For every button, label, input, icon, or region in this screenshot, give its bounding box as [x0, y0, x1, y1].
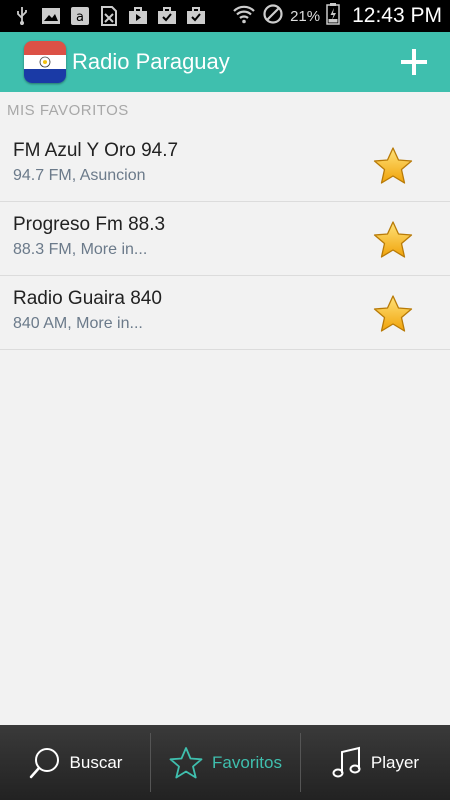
- nav-favoritos[interactable]: Favoritos: [150, 725, 300, 800]
- search-icon: [29, 747, 59, 778]
- add-button[interactable]: [398, 46, 430, 78]
- battery-icon: [326, 2, 340, 30]
- no-sim-icon: [99, 6, 119, 26]
- bottom-nav: Buscar Favoritos Player: [0, 725, 450, 800]
- app-title: Radio Paraguay: [72, 49, 230, 74]
- usb-icon: [12, 6, 32, 26]
- star-outline-icon: [169, 746, 203, 778]
- status-bar: a 21% 12:43 PM: [0, 0, 450, 32]
- nav-buscar[interactable]: Buscar: [0, 725, 150, 800]
- nav-label: Player: [370, 752, 420, 772]
- briefcase-play-icon: [128, 6, 148, 26]
- battery-percent: 21%: [290, 7, 321, 25]
- list-item[interactable]: FM Azul Y Oro 94.7 94.7 FM, Asuncion: [0, 128, 450, 202]
- section-title: MIS FAVORITOS: [7, 102, 129, 119]
- app-bar: Radio Paraguay: [0, 32, 450, 92]
- briefcase-check-icon: [186, 6, 206, 26]
- station-name: Progreso Fm 88.3: [13, 214, 166, 235]
- briefcase-check-icon: [157, 6, 177, 26]
- list-item[interactable]: Radio Guaira 840 840 AM, More in...: [0, 276, 450, 350]
- nav-player[interactable]: Player: [300, 725, 450, 800]
- svg-text:a: a: [76, 10, 84, 25]
- wifi-icon: [232, 4, 256, 29]
- list-item[interactable]: Progreso Fm 88.3 88.3 FM, More in...: [0, 202, 450, 276]
- nav-label: Favoritos: [212, 752, 282, 772]
- music-note-icon: [332, 746, 361, 777]
- do-not-disturb-icon: [262, 3, 284, 30]
- station-subtitle: 840 AM, More in...: [13, 315, 143, 332]
- status-time: 12:43 PM: [352, 4, 442, 27]
- plus-icon: [401, 49, 427, 75]
- image-icon: [41, 6, 61, 26]
- favorites-list: FM Azul Y Oro 94.7 94.7 FM, Asuncion Pro…: [0, 128, 450, 350]
- station-subtitle: 94.7 FM, Asuncion: [13, 167, 146, 184]
- favorite-star-icon[interactable]: [372, 220, 414, 260]
- favorite-star-icon[interactable]: [372, 294, 414, 334]
- station-name: FM Azul Y Oro 94.7: [13, 140, 179, 161]
- station-subtitle: 88.3 FM, More in...: [13, 241, 148, 258]
- paraguay-flag-icon: [24, 41, 66, 83]
- nav-label: Buscar: [69, 752, 123, 772]
- station-name: Radio Guaira 840: [13, 288, 162, 309]
- favorite-star-icon[interactable]: [372, 146, 414, 186]
- amazon-icon: a: [70, 6, 90, 26]
